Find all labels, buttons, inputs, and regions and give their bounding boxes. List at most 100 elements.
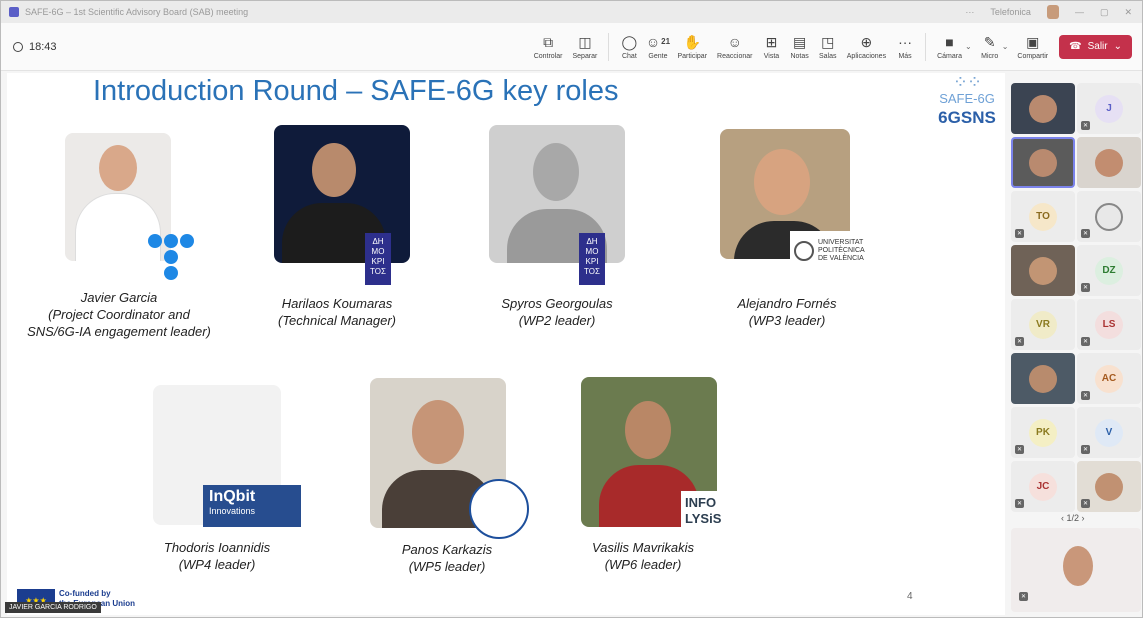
popout-icon: ◫: [578, 34, 592, 50]
notes-icon: ▤: [792, 34, 807, 50]
mic-off-icon: ✎: [983, 34, 996, 50]
participant-tile[interactable]: V ✕: [1077, 407, 1141, 458]
teams-logo-icon: [9, 7, 19, 17]
participant-tile[interactable]: JC ✕: [1011, 461, 1075, 512]
slide-page-number: 4: [907, 591, 913, 602]
user-avatar[interactable]: [1046, 5, 1059, 19]
chat-button[interactable]: ◯ Chat: [620, 33, 638, 60]
active-speaker-name: JAVIER GARCIA RODRIGO: [5, 602, 101, 613]
participant-tile[interactable]: AC ✕: [1077, 353, 1141, 404]
mic-off-icon: ✕: [1015, 499, 1024, 508]
demokritos-logo: ΔΗ ΜΟ ΚΡΙ ΤΟΣ: [365, 233, 391, 285]
org-label: Telefonica: [990, 7, 1031, 17]
mic-off-icon: ✕: [1081, 445, 1090, 454]
shared-slide: Introduction Round – SAFE-6G key roles ⁘…: [7, 73, 1005, 615]
mic-off-icon: ✕: [1015, 337, 1024, 346]
shield-icon: [13, 41, 23, 52]
inqbit-logo: InQbit Innovations: [203, 485, 301, 527]
participant-tile[interactable]: ✕: [1077, 461, 1141, 512]
leave-button[interactable]: ☎ Salir ⌄: [1059, 34, 1132, 59]
mic-off-icon: ✕: [1019, 592, 1028, 601]
rooms-button[interactable]: ◳ Salas: [819, 33, 837, 60]
people-button[interactable]: ☺ 21 Gente: [645, 33, 671, 60]
caption-javier: Javier Garcia (Project Coordinator and S…: [27, 290, 211, 339]
meeting-timer: 18:43: [13, 41, 57, 53]
caption-panos: Panos Karkazis (WP5 leader): [401, 542, 493, 574]
caption-alejandro: Alejandro Fornés (WP3 leader): [737, 296, 837, 328]
chevron-down-icon[interactable]: ⌄: [965, 42, 972, 51]
demokritos-logo: ΔΗ ΜΟ ΚΡΙ ΤΟΣ: [579, 233, 605, 285]
participant-tile[interactable]: TO ✕: [1011, 191, 1075, 242]
mic-off-icon: ✕: [1081, 283, 1090, 292]
mic-off-icon: ✕: [1081, 229, 1090, 238]
caption-thodoris: Thodoris Ioannidis (WP4 leader): [163, 540, 271, 572]
chevron-left-icon[interactable]: ‹: [1061, 513, 1064, 523]
participant-tile[interactable]: VR ✕: [1011, 299, 1075, 350]
uniwa-seal-icon: [469, 479, 529, 539]
more-options-icon[interactable]: ···: [965, 7, 974, 17]
telefonica-logo-icon: [147, 233, 197, 283]
safe6g-dots-icon: ⁘⁘: [952, 73, 982, 92]
caption-vasilis: Vasilis Mavrikakis (WP6 leader): [591, 540, 695, 572]
share-control-icon: ⧉: [543, 34, 554, 50]
chat-icon: ◯: [621, 34, 638, 50]
safe6g-logo: ⁘⁘ SAFE-6G 6GSNS: [929, 73, 1005, 128]
mic-off-icon: ✕: [1081, 499, 1090, 508]
participant-tile[interactable]: [1011, 137, 1075, 188]
meeting-toolbar: 18:43 ⧉ Controlar ◫ Separar ◯ Chat ☺ 21 Gente…: [1, 23, 1142, 71]
control-button[interactable]: ⧉ Controlar: [534, 33, 563, 60]
participant-tile[interactable]: LS ✕: [1077, 299, 1141, 350]
chevron-down-icon[interactable]: ⌄: [1002, 42, 1009, 51]
apps-button[interactable]: ⊕ Aplicaciones: [847, 33, 886, 60]
participant-tile[interactable]: [1011, 245, 1075, 296]
self-view-tile[interactable]: ✕: [1011, 528, 1141, 612]
react-button[interactable]: ☺ Reaccionar: [717, 33, 752, 60]
window-title: SAFE-6G – 1st Scientific Advisory Board …: [25, 7, 249, 17]
participant-tile[interactable]: [1077, 137, 1141, 188]
generic-avatar-icon: [1095, 202, 1123, 231]
popout-button[interactable]: ◫ Separar: [572, 33, 597, 60]
chevron-right-icon[interactable]: ›: [1082, 513, 1085, 523]
maximize-button[interactable]: ▢: [1100, 7, 1109, 18]
caption-harilaos: Harilaos Koumaras (Technical Manager): [277, 296, 397, 328]
upv-logo: UNIVERSITAT POLITÈCNICA DE VALÈNCIA: [790, 231, 894, 271]
share-screen-icon: ▣: [1026, 34, 1040, 50]
slide-title: Introduction Round – SAFE-6G key roles: [93, 75, 619, 107]
apps-plus-icon: ⊕: [860, 34, 873, 50]
phone-hangup-icon: ☎: [1069, 41, 1082, 52]
participant-tile[interactable]: DZ ✕: [1077, 245, 1141, 296]
title-bar: SAFE-6G – 1st Scientific Advisory Board …: [1, 1, 1142, 23]
chevron-down-icon[interactable]: ⌄: [1114, 41, 1122, 52]
caption-spyros: Spyros Georgoulas (WP2 leader): [501, 296, 613, 328]
mic-off-icon: ✕: [1081, 337, 1090, 346]
upv-seal-icon: [794, 241, 814, 261]
more-icon: ···: [898, 34, 913, 50]
notes-button[interactable]: ▤ Notas: [790, 33, 808, 60]
people-icon: ☺ 21: [645, 34, 671, 50]
share-button[interactable]: ▣ Compartir: [1017, 33, 1048, 60]
participant-tile[interactable]: [1011, 83, 1075, 134]
camera-off-icon: ■: [945, 34, 954, 50]
participant-tile[interactable]: [1011, 353, 1075, 404]
participant-pager[interactable]: ‹ 1/2 ›: [1061, 513, 1085, 523]
participant-tile[interactable]: PK ✕: [1011, 407, 1075, 458]
raise-hand-icon: ✋: [683, 34, 701, 50]
mic-off-icon: ✕: [1081, 121, 1090, 130]
grid-view-icon: ⊞: [765, 34, 778, 50]
more-button[interactable]: ··· Más: [896, 33, 914, 60]
smiley-icon: ☺: [727, 34, 742, 50]
teams-meeting-window: SAFE-6G – 1st Scientific Advisory Board …: [0, 0, 1143, 618]
mic-off-icon: ✕: [1015, 229, 1024, 238]
participant-tile[interactable]: ✕: [1077, 191, 1141, 242]
infolysis-logo: INFO LYSiS: [681, 491, 743, 537]
mic-off-icon: ✕: [1081, 391, 1090, 400]
view-button[interactable]: ⊞ Vista: [762, 33, 780, 60]
close-button[interactable]: ✕: [1124, 7, 1132, 18]
camera-button[interactable]: ■ Cámara: [937, 33, 962, 60]
mic-button[interactable]: ✎ Micro: [981, 33, 999, 60]
rooms-icon: ◳: [821, 34, 835, 50]
minimize-button[interactable]: —: [1075, 7, 1084, 17]
raise-hand-button[interactable]: ✋ Participar: [677, 33, 707, 60]
mic-off-icon: ✕: [1015, 445, 1024, 454]
participant-tile[interactable]: J ✕: [1077, 83, 1141, 134]
